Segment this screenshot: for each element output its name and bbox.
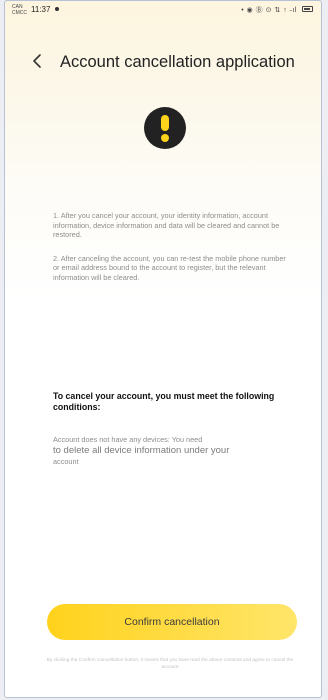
note-1: 1. After you cancel your account, your i… bbox=[53, 211, 280, 239]
condition-line-1: Account does not have any devices: You n… bbox=[53, 435, 203, 444]
cancellation-notes: 1. After you cancel your account, your i… bbox=[53, 211, 293, 296]
conditions-text: Account does not have any devices: You n… bbox=[53, 435, 293, 467]
condition-line-3: account bbox=[53, 457, 79, 466]
note-2: 2. After canceling the account, you can … bbox=[53, 253, 286, 282]
carrier-bottom: CMCC bbox=[12, 10, 27, 16]
battery-icon bbox=[302, 6, 313, 12]
conditions-title: To cancel your account, you must meet th… bbox=[53, 391, 275, 412]
status-indicators: • ◉ Ⓑ ⊙ ⇅ ↑ ˗ıl bbox=[241, 7, 297, 14]
exclamation-icon bbox=[144, 107, 186, 149]
confirm-cancellation-button[interactable]: Confirm cancellation bbox=[47, 604, 297, 640]
status-time: 11:37 bbox=[31, 5, 51, 14]
agreement-note: By clicking the Confirm Cancellation but… bbox=[46, 658, 294, 670]
notification-dot-icon bbox=[55, 7, 59, 11]
carrier-label: CAN CMCC bbox=[12, 4, 27, 16]
page-header: Account cancellation application bbox=[5, 45, 321, 77]
page-title: Account cancellation application bbox=[60, 53, 295, 71]
condition-line-2: to delete all device information under y… bbox=[53, 445, 230, 456]
status-bar: CAN CMCC 11:37 • ◉ Ⓑ ⊙ ⇅ ↑ ˗ıl bbox=[5, 1, 321, 23]
chevron-left-icon[interactable] bbox=[31, 52, 43, 70]
app-screen: CAN CMCC 11:37 • ◉ Ⓑ ⊙ ⇅ ↑ ˗ıl Account c… bbox=[4, 0, 322, 698]
